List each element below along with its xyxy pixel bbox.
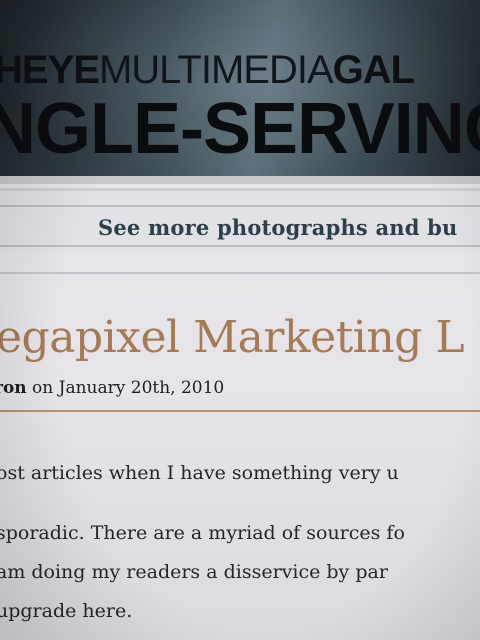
banner-supertitle-part-3: GAL: [332, 48, 415, 92]
banner-site-title: NGLE-SERVINC: [0, 89, 480, 169]
nav-divider-bottom: [0, 245, 480, 247]
banner-bottom-border: [0, 176, 480, 184]
site-banner[interactable]: HEYEMULTIMEDIAGAL NGLE-SERVINC: [0, 0, 480, 182]
banner-supertitle-part-1: HEYE: [0, 48, 100, 92]
post-byline: ron on January 20th, 2010: [0, 378, 224, 398]
nav-divider-top: [0, 205, 480, 207]
banner-supertitle-part-2: MULTIMEDIA: [98, 48, 334, 92]
nav-strip: See more photographs and bu: [0, 188, 480, 251]
paragraph-line-4: upgrade here.: [0, 600, 133, 622]
content-top-divider: [0, 272, 480, 274]
byline-date: on January 20th, 2010: [26, 378, 225, 398]
paragraph-line-3: am doing my readers a disservice by par: [0, 561, 388, 583]
paragraph-line-2: sporadic. There are a myriad of sources …: [0, 522, 405, 544]
post-content: egapixel Marketing L ron on January 20th…: [0, 260, 480, 640]
byline-author[interactable]: ron: [0, 378, 27, 398]
title-underline-divider: [0, 410, 480, 412]
screen: HEYEMULTIMEDIAGAL NGLE-SERVINC See more …: [0, 0, 480, 640]
see-more-photographs-link[interactable]: See more photographs and bu: [98, 215, 458, 240]
banner-supertitle: HEYEMULTIMEDIAGAL: [0, 48, 415, 93]
post-title-link[interactable]: egapixel Marketing L: [0, 312, 465, 363]
paragraph-line-1: ost articles when I have something very …: [0, 462, 399, 484]
